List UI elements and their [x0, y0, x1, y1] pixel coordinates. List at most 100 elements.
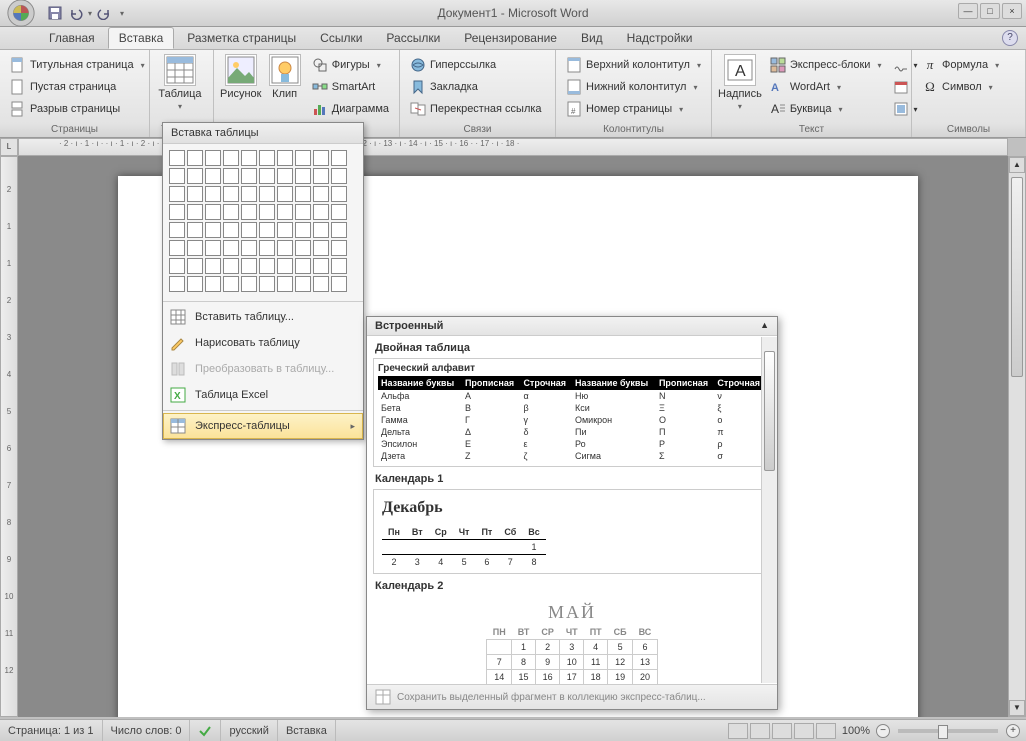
qt-preview-cal2[interactable]: МАЙ ПНВТСРЧТПТСБВС1234567891011121314151…: [373, 596, 771, 684]
view-read-button[interactable]: [750, 723, 770, 739]
zoom-level[interactable]: 100%: [842, 725, 870, 737]
grid-cell[interactable]: [223, 168, 239, 184]
grid-cell[interactable]: [295, 258, 311, 274]
grid-cell[interactable]: [277, 276, 293, 292]
tab-2[interactable]: Разметка страницы: [176, 27, 307, 49]
grid-cell[interactable]: [259, 276, 275, 292]
grid-cell[interactable]: [277, 204, 293, 220]
grid-cell[interactable]: [169, 276, 185, 292]
hyperlink-button[interactable]: Гиперссылка: [406, 54, 546, 76]
vertical-ruler[interactable]: 21123456789101112: [0, 156, 18, 717]
grid-cell[interactable]: [313, 186, 329, 202]
tab-4[interactable]: Рассылки: [375, 27, 451, 49]
grid-cell[interactable]: [259, 150, 275, 166]
status-page[interactable]: Страница: 1 из 1: [0, 720, 103, 741]
grid-cell[interactable]: [187, 222, 203, 238]
tab-0[interactable]: Главная: [38, 27, 106, 49]
excel-table-item[interactable]: XТаблица Excel: [163, 382, 363, 408]
insert-table-item[interactable]: Вставить таблицу...: [163, 304, 363, 330]
grid-cell[interactable]: [205, 168, 221, 184]
grid-cell[interactable]: [277, 186, 293, 202]
grid-cell[interactable]: [205, 186, 221, 202]
qt-up-icon[interactable]: ▲: [760, 320, 769, 332]
clip-button[interactable]: Клип: [264, 52, 306, 102]
grid-cell[interactable]: [187, 276, 203, 292]
view-outline-button[interactable]: [794, 723, 814, 739]
grid-cell[interactable]: [331, 240, 347, 256]
grid-cell[interactable]: [241, 204, 257, 220]
grid-cell[interactable]: [169, 258, 185, 274]
grid-cell[interactable]: [331, 168, 347, 184]
grid-cell[interactable]: [187, 258, 203, 274]
crossref-button[interactable]: Перекрестная ссылка: [406, 98, 546, 120]
cover-page-button[interactable]: Титульная страница: [6, 54, 149, 76]
wordart-button[interactable]: AWordArt: [766, 76, 886, 98]
status-mode[interactable]: Вставка: [278, 720, 336, 741]
view-print-button[interactable]: [728, 723, 748, 739]
zoom-out-button[interactable]: −: [876, 724, 890, 738]
grid-cell[interactable]: [259, 186, 275, 202]
grid-cell[interactable]: [259, 240, 275, 256]
grid-cell[interactable]: [295, 222, 311, 238]
tab-6[interactable]: Вид: [570, 27, 614, 49]
grid-cell[interactable]: [241, 186, 257, 202]
shapes-button[interactable]: Фигуры: [308, 54, 393, 76]
chart-button[interactable]: Диаграмма: [308, 98, 393, 120]
quick-tables-item[interactable]: Экспресс-таблицы▸: [163, 413, 363, 439]
table-button[interactable]: Таблица▾: [154, 52, 206, 113]
grid-cell[interactable]: [169, 186, 185, 202]
grid-cell[interactable]: [241, 222, 257, 238]
grid-cell[interactable]: [223, 186, 239, 202]
view-draft-button[interactable]: [816, 723, 836, 739]
quickparts-button[interactable]: Экспресс-блоки: [766, 54, 886, 76]
grid-cell[interactable]: [331, 276, 347, 292]
grid-cell[interactable]: [313, 204, 329, 220]
picture-button[interactable]: Рисунок: [218, 52, 264, 102]
grid-cell[interactable]: [169, 204, 185, 220]
grid-cell[interactable]: [205, 276, 221, 292]
office-button[interactable]: [2, 0, 40, 27]
dropcap-button[interactable]: AБуквица: [766, 98, 886, 120]
ruler-corner[interactable]: L: [0, 138, 18, 156]
grid-cell[interactable]: [223, 240, 239, 256]
save-icon[interactable]: [46, 4, 64, 22]
grid-cell[interactable]: [277, 150, 293, 166]
status-words[interactable]: Число слов: 0: [103, 720, 191, 741]
tab-3[interactable]: Ссылки: [309, 27, 373, 49]
header-button[interactable]: Верхний колонтитул: [562, 54, 705, 76]
grid-cell[interactable]: [277, 258, 293, 274]
grid-cell[interactable]: [259, 204, 275, 220]
qt-scrollbar[interactable]: [761, 337, 777, 683]
page-break-button[interactable]: Разрыв страницы: [6, 98, 149, 120]
grid-cell[interactable]: [241, 168, 257, 184]
grid-cell[interactable]: [277, 240, 293, 256]
grid-cell[interactable]: [223, 150, 239, 166]
grid-cell[interactable]: [205, 240, 221, 256]
grid-cell[interactable]: [169, 150, 185, 166]
view-web-button[interactable]: [772, 723, 792, 739]
grid-cell[interactable]: [169, 240, 185, 256]
status-proof[interactable]: [190, 720, 221, 741]
grid-cell[interactable]: [223, 258, 239, 274]
grid-cell[interactable]: [331, 222, 347, 238]
bookmark-button[interactable]: Закладка: [406, 76, 546, 98]
textbox-button[interactable]: AНадпись▾: [716, 52, 764, 113]
qt-preview-cal1[interactable]: Декабрь ПнВтСрЧтПтСбВс12345678: [373, 489, 771, 574]
qt-footer[interactable]: Сохранить выделенный фрагмент в коллекци…: [367, 684, 777, 709]
zoom-in-button[interactable]: +: [1006, 724, 1020, 738]
table-grid-picker[interactable]: [163, 144, 363, 299]
tab-1[interactable]: Вставка: [108, 27, 175, 49]
grid-cell[interactable]: [223, 276, 239, 292]
grid-cell[interactable]: [295, 204, 311, 220]
grid-cell[interactable]: [331, 258, 347, 274]
grid-cell[interactable]: [241, 258, 257, 274]
smartart-button[interactable]: SmartArt: [308, 76, 393, 98]
grid-cell[interactable]: [169, 168, 185, 184]
scroll-thumb[interactable]: [1011, 177, 1023, 377]
status-lang[interactable]: русский: [221, 720, 277, 741]
grid-cell[interactable]: [277, 222, 293, 238]
grid-cell[interactable]: [313, 276, 329, 292]
grid-cell[interactable]: [241, 276, 257, 292]
grid-cell[interactable]: [169, 222, 185, 238]
grid-cell[interactable]: [241, 240, 257, 256]
